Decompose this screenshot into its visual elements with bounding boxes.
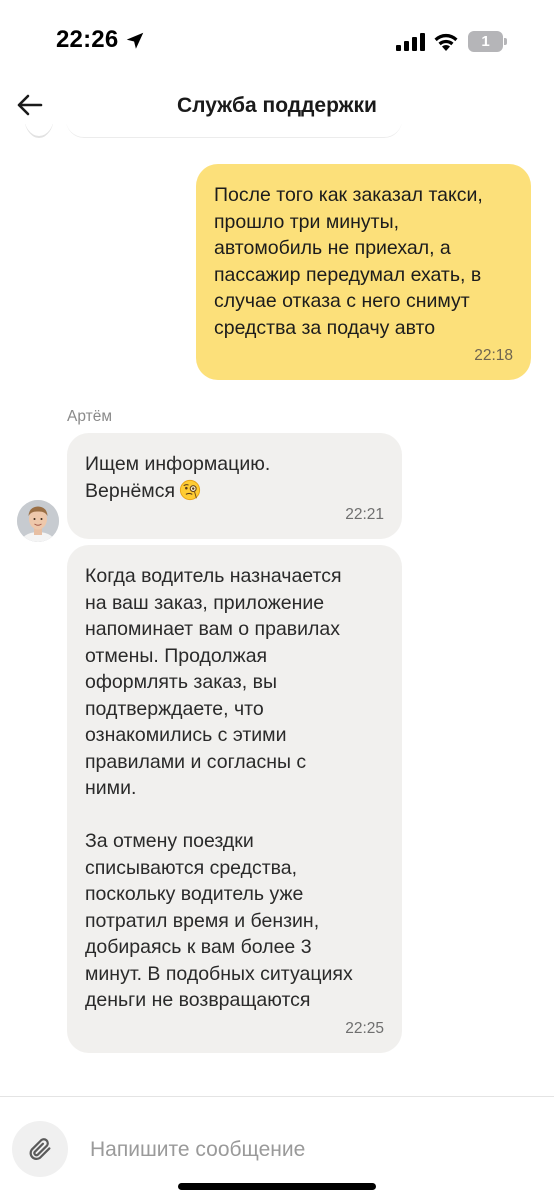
avatar[interactable] [17, 500, 59, 542]
battery-tip [504, 38, 507, 45]
battery-level: 1 [468, 31, 503, 52]
message-time: 22:18 [474, 346, 513, 364]
paperclip-icon [29, 1138, 51, 1161]
chat-messages[interactable]: После того как заказал такси, прошло три… [0, 124, 554, 1096]
message-input[interactable] [90, 1133, 530, 1167]
incoming-message-bubble[interactable]: Когда водитель назначается на ваш заказ,… [67, 545, 402, 1053]
attach-button[interactable] [12, 1121, 68, 1177]
battery-icon: 1 [468, 31, 507, 52]
previous-avatar-edge [24, 124, 54, 138]
location-arrow-icon [126, 32, 144, 49]
wifi-icon [434, 33, 458, 51]
status-bar: 22:26 1 [0, 0, 554, 82]
message-text: Ищем информацию. Вернёмся [85, 451, 384, 504]
message-time: 22:21 [345, 505, 384, 523]
avatar-photo [17, 500, 59, 542]
status-time: 22:26 [56, 26, 119, 53]
incoming-message-bubble[interactable]: Ищем информацию. Вернёмся 22:21 [67, 433, 402, 539]
message-time: 22:25 [345, 1019, 384, 1037]
face-with-monocle-icon [179, 479, 201, 500]
home-indicator [178, 1183, 376, 1190]
message-text: После того как заказал такси, прошло три… [214, 184, 483, 339]
previous-message-edge [66, 124, 402, 138]
page-title: Служба поддержки [177, 94, 377, 117]
message-text: Когда водитель назначается на ваш заказ,… [85, 565, 353, 1011]
message-text-content: Ищем информацию. Вернёмся [85, 453, 271, 502]
cellular-signal-icon [396, 33, 425, 51]
sender-name: Артём [67, 408, 112, 425]
outgoing-message-bubble[interactable]: После того как заказал такси, прошло три… [196, 164, 531, 380]
